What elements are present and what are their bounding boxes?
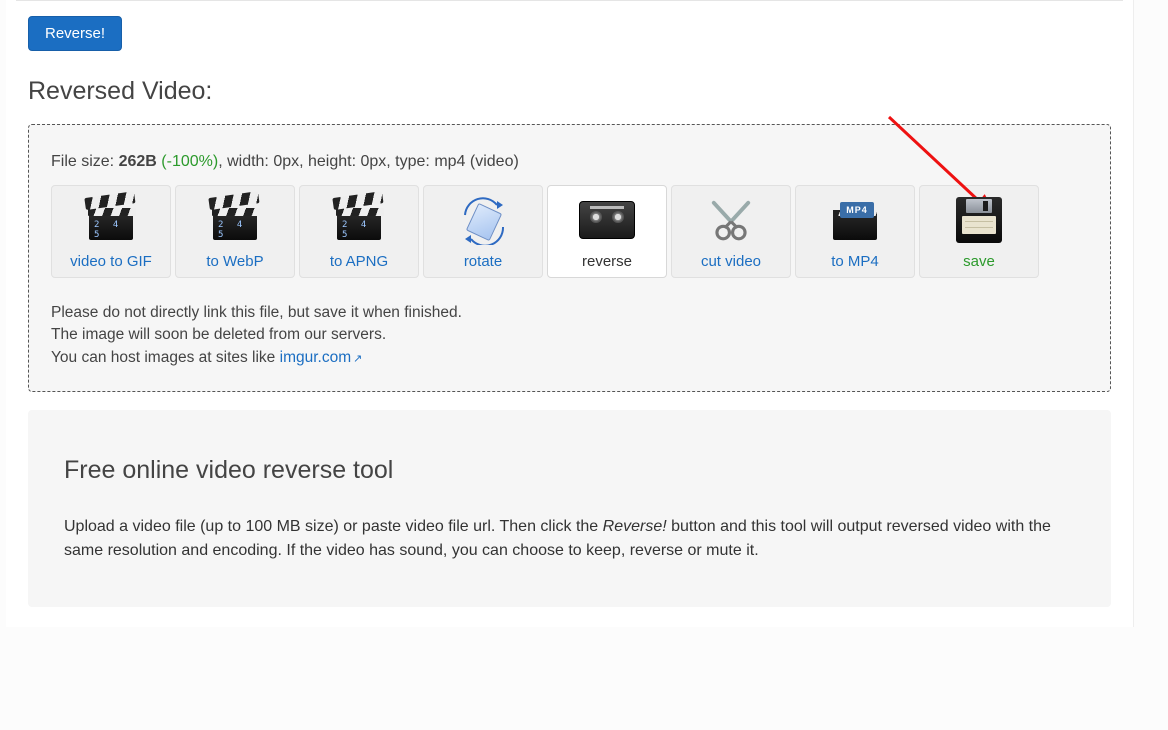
tool-rotate[interactable]: rotate: [423, 185, 543, 278]
tool-label: video to GIF: [70, 253, 152, 270]
output-panel: File size: 262B (-100%), width: 0px, hei…: [28, 124, 1111, 392]
description-title: Free online video reverse tool: [64, 456, 1075, 485]
tool-label: save: [963, 253, 995, 270]
tool-to-apng[interactable]: 2 4 5 to APNG: [299, 185, 419, 278]
section-title: Reversed Video:: [28, 77, 1111, 106]
file-size: 262B: [119, 153, 157, 170]
mp4-icon: MP4: [830, 186, 880, 253]
clapperboard-icon: 2 4 5: [210, 186, 260, 253]
tool-reverse[interactable]: reverse: [547, 185, 667, 278]
clapperboard-icon: 2 4 5: [86, 186, 136, 253]
file-pct: (-100%): [161, 153, 218, 170]
reverse-em: Reverse!: [603, 518, 667, 535]
imgur-link[interactable]: imgur.com↗: [280, 349, 363, 366]
scissors-icon: [706, 186, 756, 253]
clapperboard-icon: 2 4 5: [334, 186, 384, 253]
note-line-1: Please do not directly link this file, b…: [51, 302, 1088, 324]
page-container: Reverse! Reversed Video: File size: 262B…: [6, 0, 1134, 627]
tool-label: cut video: [701, 253, 761, 270]
tool-label: rotate: [464, 253, 502, 270]
description-text: Upload a video file (up to 100 MB size) …: [64, 515, 1075, 563]
tool-row: 2 4 5 video to GIF 2 4 5 to WebP 2 4 5 t…: [51, 185, 1088, 278]
tool-cut-video[interactable]: cut video: [671, 185, 791, 278]
file-dims: , width: 0px, height: 0px, type: mp4 (vi…: [218, 153, 519, 170]
tool-label: to MP4: [831, 253, 879, 270]
tool-label: reverse: [582, 253, 632, 270]
external-link-icon: ↗: [353, 353, 362, 365]
file-info-text: File size: 262B (-100%), width: 0px, hei…: [51, 153, 1088, 171]
tool-save[interactable]: save: [919, 185, 1039, 278]
rotate-icon: [455, 186, 511, 253]
file-info-prefix: File size:: [51, 153, 119, 170]
reverse-button[interactable]: Reverse!: [28, 16, 122, 51]
tool-label: to APNG: [330, 253, 388, 270]
note-line-2: The image will soon be deleted from our …: [51, 324, 1088, 346]
floppy-save-icon: [956, 186, 1002, 253]
tool-label: to WebP: [206, 253, 263, 270]
output-notes: Please do not directly link this file, b…: [51, 302, 1088, 369]
tool-to-mp4[interactable]: MP4 to MP4: [795, 185, 915, 278]
tool-to-webp[interactable]: 2 4 5 to WebP: [175, 185, 295, 278]
note-line-3: You can host images at sites like imgur.…: [51, 347, 1088, 369]
top-border: [16, 0, 1123, 2]
tool-video-to-gif[interactable]: 2 4 5 video to GIF: [51, 185, 171, 278]
cassette-icon: [579, 186, 635, 253]
description-panel: Free online video reverse tool Upload a …: [28, 410, 1111, 607]
